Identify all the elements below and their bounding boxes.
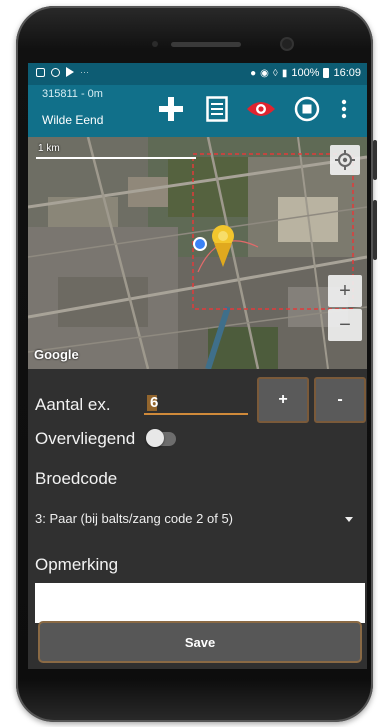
observation-form: Aantal ex. + - Overvliegend Broedcode 3:… <box>28 369 367 669</box>
map-pin-icon[interactable] <box>208 223 238 269</box>
decrement-button[interactable]: - <box>314 377 366 423</box>
more-notifications-icon: ··· <box>80 67 89 77</box>
app-screen: ··· ● ◉ ◊ ▮ 100% 16:09 315811 - 0m Wilde… <box>28 63 367 669</box>
add-icon <box>159 97 183 121</box>
breeding-code-value: 3: Paar (bij balts/zang code 2 of 5) <box>35 511 234 526</box>
signal-icon: ▮ <box>281 67 288 79</box>
status-bar: ··· ● ◉ ◊ ▮ 100% 16:09 <box>28 63 367 85</box>
flyover-label: Overvliegend <box>35 429 136 448</box>
count-label: Aantal ex. <box>35 395 111 414</box>
observation-id: 315811 - 0m <box>42 88 103 100</box>
front-camera <box>282 39 292 49</box>
map-scale-bar <box>36 157 196 159</box>
stop-button[interactable] <box>292 94 322 124</box>
visibility-button[interactable] <box>246 94 276 124</box>
remark-input[interactable] <box>35 583 365 623</box>
crosshair-icon <box>335 150 355 170</box>
alarm-icon: ◉ <box>260 67 269 79</box>
stop-icon <box>294 96 320 122</box>
sensor-dot <box>152 41 158 47</box>
zoom-in-button[interactable]: + <box>328 275 362 307</box>
remark-label: Opmerking <box>35 555 119 574</box>
species-title: Wilde Eend <box>42 113 104 127</box>
map-imagery <box>28 137 367 369</box>
volume-button <box>373 140 377 180</box>
dropdown-arrow-icon <box>345 517 353 522</box>
list-icon <box>206 96 228 122</box>
app-bar: 315811 - 0m Wilde Eend <box>28 85 367 137</box>
location-icon: ● <box>250 67 257 79</box>
my-location-button[interactable] <box>330 145 360 175</box>
zoom-out-button[interactable]: − <box>328 309 362 341</box>
gallery-icon <box>36 67 45 77</box>
power-button <box>373 200 377 260</box>
eye-icon <box>247 102 275 116</box>
count-input[interactable] <box>144 391 248 415</box>
satellite-map[interactable]: 1 km + − Google <box>28 137 367 369</box>
add-button[interactable] <box>156 94 186 124</box>
battery-icon <box>323 68 330 78</box>
flyover-toggle[interactable] <box>146 429 176 447</box>
list-button[interactable] <box>202 94 232 124</box>
sync-icon <box>51 67 60 77</box>
save-button[interactable]: Save <box>38 621 362 663</box>
breeding-code-label: Broedcode <box>35 469 118 488</box>
google-logo: Google <box>34 347 79 362</box>
clock: 16:09 <box>333 67 361 79</box>
wifi-icon: ◊ <box>272 67 278 79</box>
battery-percent: 100% <box>291 67 320 79</box>
increment-button[interactable]: + <box>257 377 309 423</box>
map-scale-label: 1 km <box>38 143 60 154</box>
current-location-icon <box>193 237 207 251</box>
breeding-code-select[interactable]: 3: Paar (bij balts/zang code 2 of 5) <box>28 505 367 535</box>
play-icon <box>66 67 74 77</box>
more-vert-icon <box>341 99 347 119</box>
toggle-knob <box>146 429 164 447</box>
overflow-menu-button[interactable] <box>334 94 354 124</box>
speaker-grille <box>171 42 241 47</box>
